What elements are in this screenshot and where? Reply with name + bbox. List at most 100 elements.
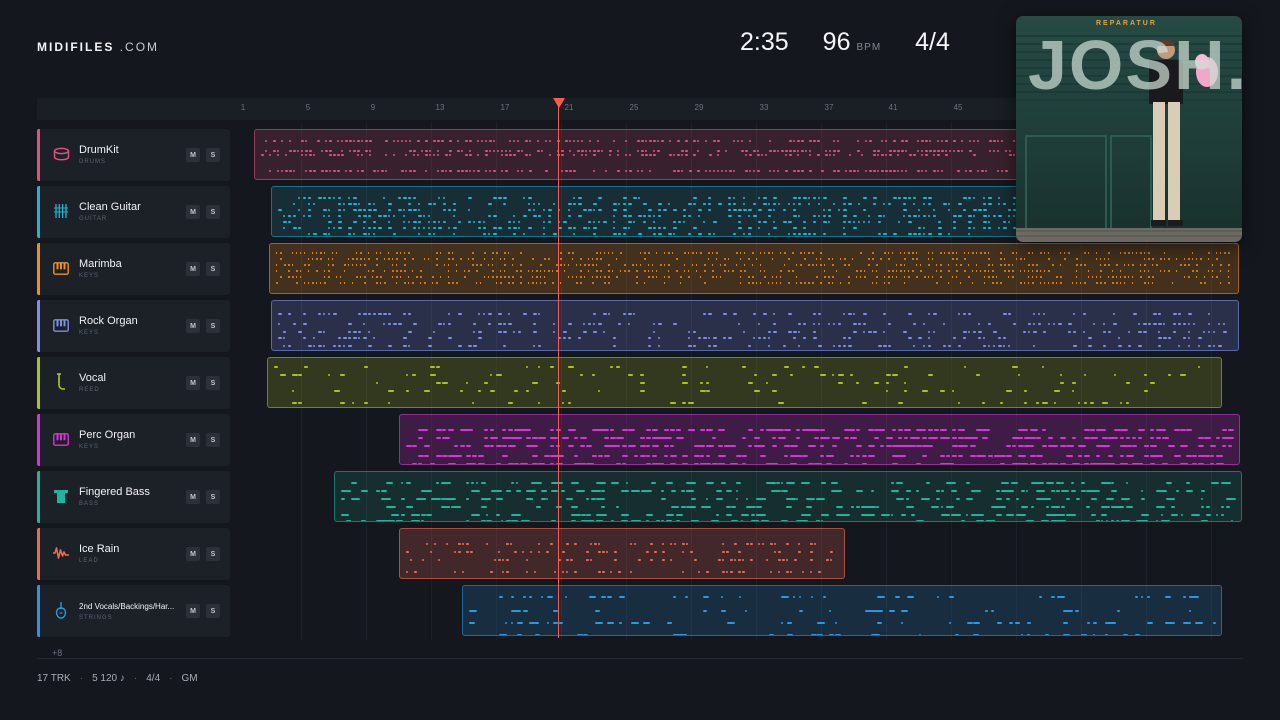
mute-button[interactable]: M <box>186 604 200 618</box>
midi-clip-fingered-bass[interactable] <box>334 471 1242 522</box>
midi-note <box>408 345 410 347</box>
more-tracks-label[interactable]: +8 <box>52 648 62 658</box>
bpm-unit: BPM <box>856 42 882 53</box>
midi-note <box>1084 463 1089 464</box>
midi-note <box>928 258 929 260</box>
midi-note <box>309 170 312 172</box>
midi-note <box>437 154 439 156</box>
midi-note <box>601 596 606 598</box>
brand-logo[interactable]: MIDIFILES .COM <box>37 40 159 54</box>
midi-note <box>934 429 939 431</box>
mute-button[interactable]: M <box>186 148 200 162</box>
solo-button[interactable]: S <box>206 205 220 219</box>
midi-note <box>1204 282 1206 284</box>
midi-note <box>526 390 529 392</box>
midi-note <box>706 366 708 368</box>
playhead-handle[interactable] <box>553 98 565 108</box>
mute-button[interactable]: M <box>186 319 200 333</box>
midi-clip-clean-guitar[interactable] <box>271 186 1044 237</box>
mute-button[interactable]: M <box>186 433 200 447</box>
midi-note <box>1056 514 1065 516</box>
midi-note <box>323 197 326 199</box>
midi-note <box>576 276 577 278</box>
midi-note <box>1046 482 1054 484</box>
midi-note <box>778 402 784 404</box>
midi-note <box>489 140 492 142</box>
mute-button[interactable]: M <box>186 490 200 504</box>
midi-note <box>383 215 387 217</box>
solo-button[interactable]: S <box>206 262 220 276</box>
midi-note <box>760 455 766 457</box>
midi-clip-rock-organ[interactable] <box>271 300 1239 351</box>
track-header-2nd-vocals[interactable]: 2nd Vocals/Backings/Har... STRINGS M S <box>37 585 230 637</box>
midi-note <box>649 154 652 156</box>
track-header-ice-rain[interactable]: Ice Rain LEAD M S <box>37 528 230 580</box>
midi-note <box>742 366 746 368</box>
track-header-perc-organ[interactable]: Perc Organ KEYS M S <box>37 414 230 466</box>
mute-button[interactable]: M <box>186 547 200 561</box>
mute-button[interactable]: M <box>186 376 200 390</box>
midi-note <box>937 596 939 598</box>
midi-clip-ice-rain[interactable] <box>399 528 845 579</box>
midi-note <box>1222 429 1227 431</box>
mute-button[interactable]: M <box>186 262 200 276</box>
solo-button[interactable]: S <box>206 604 220 618</box>
midi-note <box>803 221 806 223</box>
solo-button[interactable]: S <box>206 490 220 504</box>
midi-clip-vocal[interactable] <box>267 357 1222 408</box>
solo-button[interactable]: S <box>206 319 220 333</box>
midi-clip-marimba[interactable] <box>269 243 1239 294</box>
midi-note <box>1231 520 1233 521</box>
solo-button[interactable]: S <box>206 148 220 162</box>
midi-note <box>504 264 506 266</box>
midi-clip-perc-organ[interactable] <box>399 414 1240 465</box>
midi-note <box>1028 270 1029 272</box>
midi-note <box>472 252 474 254</box>
midi-note <box>898 221 900 223</box>
track-header-rock-organ[interactable]: Rock Organ KEYS M S <box>37 300 230 352</box>
midi-note <box>265 140 267 142</box>
midi-note <box>528 227 532 229</box>
midi-note <box>931 506 939 508</box>
midi-note <box>798 197 801 199</box>
midi-note <box>1036 437 1041 439</box>
midi-note <box>502 559 504 561</box>
midi-note <box>1216 463 1224 464</box>
midi-note <box>353 337 357 339</box>
midi-note <box>445 170 447 172</box>
midi-note <box>792 270 794 272</box>
midi-note <box>442 382 448 384</box>
midi-note <box>604 282 606 284</box>
track-header-clean-guitar[interactable]: Clean Guitar GUITAR M S <box>37 186 230 238</box>
midi-note <box>1008 276 1009 278</box>
solo-button[interactable]: S <box>206 433 220 447</box>
track-header-drumkit[interactable]: DrumKit DRUMS M S <box>37 129 230 181</box>
midi-note <box>588 209 592 211</box>
midi-note <box>1141 596 1143 598</box>
midi-note <box>548 215 551 217</box>
midi-note <box>1081 634 1087 635</box>
solo-button[interactable]: S <box>206 547 220 561</box>
solo-button[interactable]: S <box>206 376 220 390</box>
midi-note <box>633 313 635 315</box>
midi-note <box>458 345 462 347</box>
midi-note <box>828 221 830 223</box>
midi-note <box>522 551 524 553</box>
midi-clip-2nd-vocals[interactable] <box>462 585 1222 636</box>
midi-note <box>964 366 966 368</box>
midi-note <box>806 520 808 521</box>
midi-note <box>457 140 459 142</box>
playhead[interactable] <box>558 100 559 638</box>
midi-note <box>552 270 553 272</box>
midi-clip-drumkit[interactable] <box>254 129 1044 180</box>
track-header-marimba[interactable]: Marimba KEYS M S <box>37 243 230 295</box>
midi-note <box>670 402 676 404</box>
midi-note <box>685 150 688 152</box>
midi-note <box>348 323 352 325</box>
track-header-fingered-bass[interactable]: Fingered Bass BASS M S <box>37 471 230 523</box>
midi-note <box>919 634 921 635</box>
mute-button[interactable]: M <box>186 205 200 219</box>
midi-note <box>788 203 790 205</box>
midi-note <box>681 154 683 156</box>
track-header-vocal[interactable]: Vocal REED M S <box>37 357 230 409</box>
